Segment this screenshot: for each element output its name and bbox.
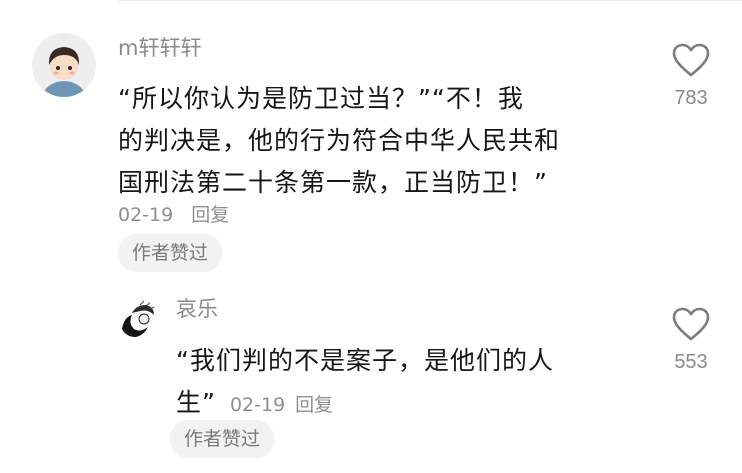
comment-text-line: “所以你认为是防卫过当？”“不！我: [118, 84, 524, 113]
heart-icon: [672, 307, 710, 341]
comment-text-line: 的判决是，他的行为符合中华人民共和: [118, 126, 561, 155]
avatar[interactable]: [32, 33, 96, 97]
like-count: 783: [674, 87, 708, 109]
comment-username[interactable]: m轩轩轩: [118, 38, 201, 59]
reply-button[interactable]: 回复: [295, 394, 333, 416]
avatar[interactable]: [118, 299, 158, 339]
top-divider: [118, 0, 742, 1]
like-count: 553: [674, 351, 708, 373]
comment-meta: 02-19 回复: [118, 200, 229, 227]
comment-text: “我们判的不是案子，是他们的人 生” 02-19 回复: [176, 340, 646, 426]
comment-text-line: 生”: [176, 388, 216, 417]
comment-meta: 02-19 回复: [230, 394, 333, 416]
like-button[interactable]: 553: [661, 306, 721, 374]
author-liked-badge: 作者赞过: [170, 420, 275, 458]
comment-text-line: 国刑法第二十条第一款，正当防卫！”: [118, 168, 548, 197]
comment-date: 02-19: [118, 204, 174, 226]
comment-date: 02-19: [229, 394, 286, 416]
comment-text: “所以你认为是防卫过当？”“不！我 的判决是，他的行为符合中华人民共和 国刑法第…: [118, 78, 638, 204]
author-liked-badge: 作者赞过: [118, 234, 223, 272]
heart-icon: [672, 43, 710, 77]
comment-username[interactable]: 哀乐: [176, 299, 218, 320]
like-button[interactable]: 783: [661, 42, 721, 110]
comment-text-line: “我们判的不是案子，是他们的人: [176, 346, 554, 375]
reply-button[interactable]: 回复: [191, 204, 229, 226]
